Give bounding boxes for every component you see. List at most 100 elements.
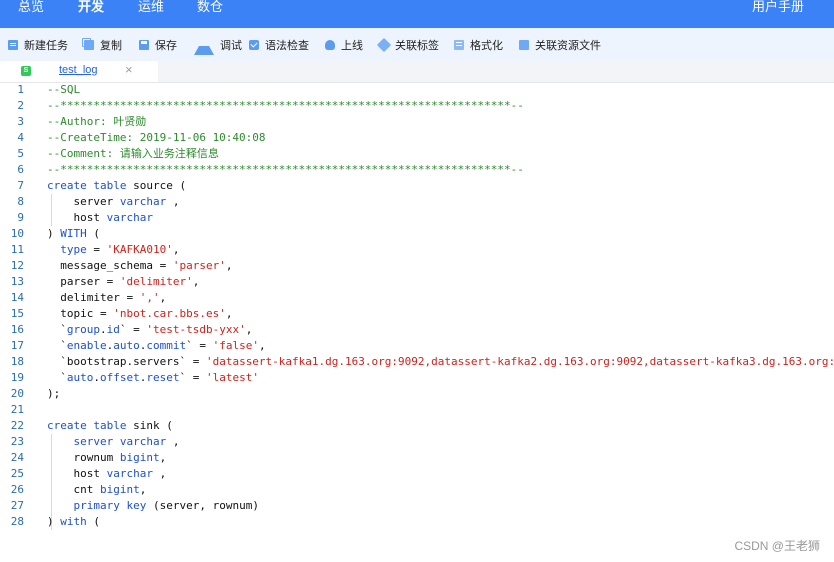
code-line[interactable]: 2 --*************************************… [0, 98, 834, 114]
code-line[interactable]: 18 `bootstrap.servers` = 'datassert-kafk… [0, 354, 834, 370]
code-line[interactable]: 26 cnt bigint, [0, 482, 834, 498]
code-text: `group.id` = 'test-tsdb-yxx', [47, 322, 252, 338]
code-line[interactable]: 14 delimiter = ',', [0, 290, 834, 306]
code-line[interactable]: 5 --Comment: 请输入业务注释信息 [0, 146, 834, 162]
code-token: offset [100, 371, 140, 384]
line-number: 4 [17, 131, 24, 144]
save-label: 保存 [155, 40, 177, 52]
code-token: 'nbot.car.bbs.es' [113, 307, 226, 320]
code-line[interactable]: 25 host varchar , [0, 466, 834, 482]
close-icon[interactable]: × [125, 62, 133, 77]
save-icon [139, 40, 149, 50]
code-line[interactable]: 27 primary key (server, rownum) [0, 498, 834, 514]
code-line[interactable]: 11 type = 'KAFKA010', [0, 242, 834, 258]
debug-button[interactable]: 调试 [194, 36, 242, 55]
code-line[interactable]: 3 --Author: 叶贤勋 [0, 114, 834, 130]
link-tag-button[interactable]: 关联标签 [376, 36, 439, 54]
code-token: WITH [60, 227, 87, 240]
code-line[interactable]: 13 parser = 'delimiter', [0, 274, 834, 290]
code-line[interactable]: 15 topic = 'nbot.car.bbs.es', [0, 306, 834, 322]
tab-test-log[interactable]: S test_log × [0, 61, 158, 82]
code-line[interactable]: 8 server varchar , [0, 194, 834, 210]
code-token: , [192, 275, 200, 288]
nav-develop[interactable]: 开发 [78, 0, 104, 16]
debug-label: 调试 [220, 40, 242, 52]
code-token: ( [86, 227, 100, 240]
code-token: , [139, 483, 147, 496]
code-line[interactable]: 21 [0, 402, 834, 418]
nav-data-warehouse[interactable]: 数仓 [197, 0, 223, 16]
syntax-check-label: 语法检查 [265, 40, 309, 52]
code-token: source ( [126, 179, 187, 192]
code-token: , [159, 291, 167, 304]
save-button[interactable]: 保存 [139, 36, 177, 54]
code-line[interactable]: 9 host varchar [0, 210, 834, 226]
user-manual-link[interactable]: 用户手册 [752, 0, 804, 16]
tag-icon [376, 37, 392, 53]
line-number: 16 [10, 323, 24, 336]
code-token: auto [66, 371, 94, 384]
code-token: bigint [119, 451, 160, 464]
code-token: ) [47, 515, 61, 528]
code-token: type [60, 243, 87, 256]
code-token: ` [47, 323, 67, 336]
code-line[interactable]: 4 --CreateTime: 2019-11-06 10:40:08 [0, 130, 834, 146]
deploy-button[interactable]: 上线 [325, 36, 363, 54]
code-line[interactable]: 28) with ( [0, 514, 834, 530]
code-token: 'parser' [172, 259, 226, 272]
line-number: 29 [0, 530, 24, 532]
code-line[interactable]: 1 --SQL [0, 82, 834, 98]
code-line[interactable]: 6 --*************************************… [0, 162, 834, 178]
format-button[interactable]: 格式化 [454, 36, 503, 54]
code-text: --**************************************… [47, 98, 524, 114]
code-token: sink ( [126, 419, 173, 432]
code-token: ); [47, 387, 61, 400]
code-line[interactable]: 19 `auto.offset.reset` = 'latest' [0, 370, 834, 386]
code-text: type = 'KAFKA010', [47, 242, 179, 258]
code-text: `bootstrap.servers` = 'datassert-kafka1.… [47, 354, 834, 370]
syntax-check-button[interactable]: 语法检查 [249, 36, 309, 54]
code-line[interactable]: 10) WITH ( [0, 226, 834, 242]
code-token: primary key [73, 499, 147, 512]
code-token: 'latest' [206, 371, 259, 384]
line-number: 2 [17, 99, 24, 112]
nav-overview[interactable]: 总览 [18, 0, 44, 16]
code-text: ) WITH ( [47, 226, 100, 242]
code-token: --**************************************… [47, 99, 524, 112]
code-text: --SQL [47, 82, 80, 98]
new-task-button[interactable]: 新建任务 [8, 36, 68, 54]
code-token: . [100, 323, 107, 336]
code-text: server varchar , [47, 194, 179, 210]
code-line[interactable]: 23 server varchar , [0, 434, 834, 450]
copy-button[interactable]: 复制 [82, 36, 122, 54]
code-line[interactable]: 24 rownum bigint, [0, 450, 834, 466]
line-number: 13 [10, 275, 24, 288]
code-line[interactable]: 16 `group.id` = 'test-tsdb-yxx', [0, 322, 834, 338]
code-token: , [225, 259, 233, 272]
code-token: host [47, 467, 107, 480]
code-text: server varchar , [47, 434, 180, 450]
code-editor[interactable]: 1 --SQL 2 --*******************************… [0, 82, 834, 532]
code-token: ` = [179, 371, 206, 384]
line-number: 3 [17, 115, 24, 128]
line-number: 14 [10, 291, 24, 304]
nav-operations[interactable]: 运维 [138, 0, 164, 16]
line-number: 15 [10, 307, 24, 320]
link-resource-file-button[interactable]: 关联资源文件 [519, 36, 601, 54]
sql-file-icon: S [21, 66, 31, 76]
code-text: create table sink ( [47, 418, 173, 434]
code-token: 'test-tsdb-yxx' [146, 323, 246, 336]
code-text: ); [47, 386, 60, 402]
code-token: , [225, 307, 233, 320]
code-text: ) with ( [47, 514, 100, 530]
code-token: , [245, 323, 253, 336]
code-line[interactable]: 29 `type` = 'kudu' [0, 530, 834, 532]
code-token: server [47, 195, 120, 208]
code-line[interactable]: 17 `enable.auto.commit` = 'false', [0, 338, 834, 354]
code-line[interactable]: 22 create table sink ( [0, 418, 834, 434]
tab-title[interactable]: test_log [59, 64, 98, 76]
code-line[interactable]: 12 message_schema = 'parser', [0, 258, 834, 274]
code-token: ) [47, 227, 61, 240]
code-line[interactable]: 7 create table source ( [0, 178, 834, 194]
code-line[interactable]: 20); [0, 386, 834, 402]
